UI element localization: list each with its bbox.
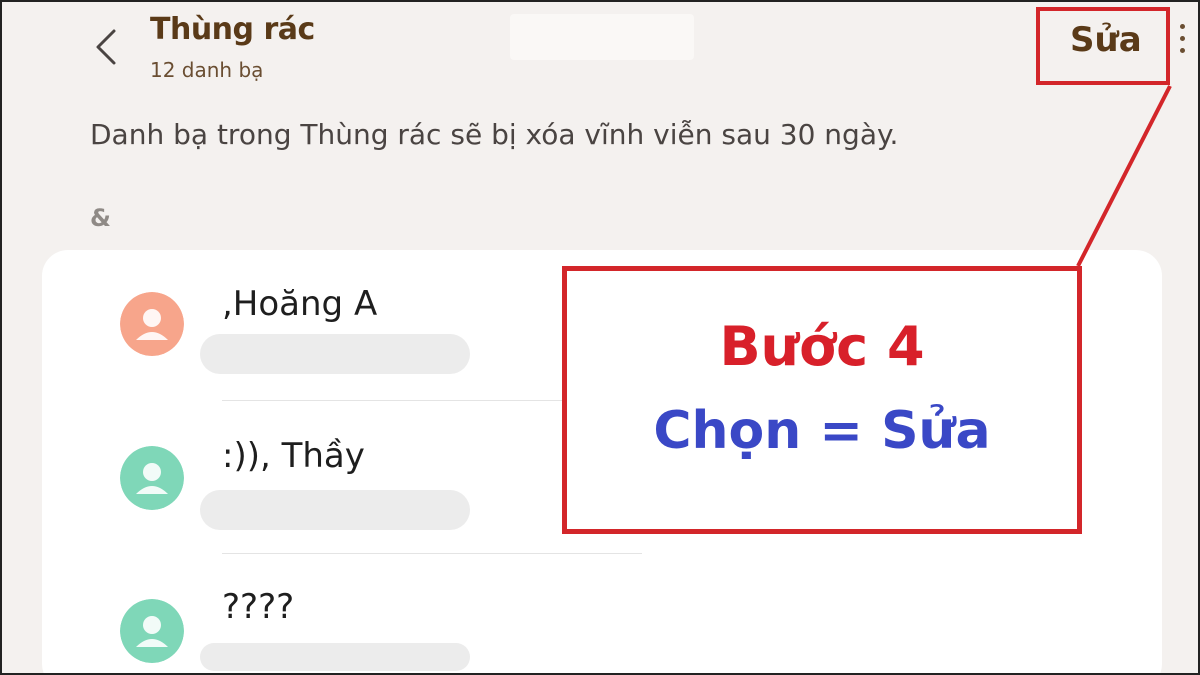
contact-name: ,Hoăng A	[222, 284, 378, 324]
edit-highlight-box	[1036, 7, 1170, 85]
step-label: Bước 4	[719, 315, 925, 378]
step-instruction: Chọn = Sửa	[653, 401, 991, 461]
back-button[interactable]	[86, 22, 126, 72]
person-icon	[120, 599, 184, 663]
page-title: Thùng rác	[150, 12, 315, 47]
step-annotation-box: Bước 4 Chọn = Sửa	[562, 266, 1082, 534]
redacted-area	[510, 14, 694, 60]
contact-count: 12 danh bạ	[150, 58, 264, 82]
avatar	[120, 446, 184, 510]
avatar	[120, 292, 184, 356]
trash-notice: Danh bạ trong Thùng rác sẽ bị xóa vĩnh v…	[90, 118, 899, 151]
redacted-detail	[200, 490, 470, 530]
person-icon	[120, 292, 184, 356]
avatar	[120, 599, 184, 663]
contact-name: :)), Thầy	[222, 436, 365, 476]
contact-item[interactable]: ????	[82, 555, 522, 673]
back-arrow-icon	[96, 29, 116, 65]
screen-frame: Thùng rác 12 danh bạ Sửa Danh bạ trong T…	[0, 0, 1200, 675]
person-icon	[120, 446, 184, 510]
list-divider	[222, 553, 642, 554]
contact-name: ????	[222, 587, 295, 627]
contact-item[interactable]: ,Hoăng A	[82, 250, 522, 400]
redacted-detail	[200, 334, 470, 374]
redacted-detail	[200, 643, 470, 671]
more-vertical-icon	[1179, 24, 1185, 29]
section-header: &	[90, 204, 111, 232]
more-options-button[interactable]	[1172, 24, 1192, 74]
contact-item[interactable]: :)), Thầy	[82, 402, 522, 552]
